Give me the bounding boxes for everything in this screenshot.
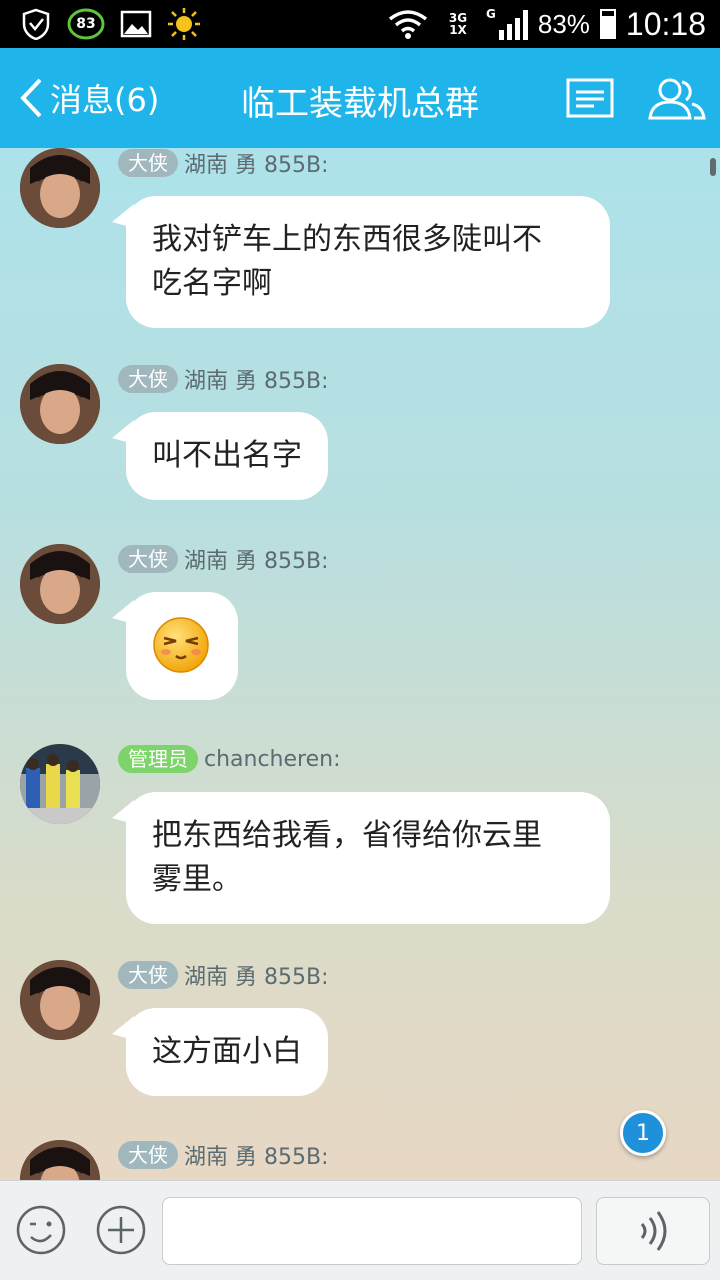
plus-button[interactable]	[94, 1203, 148, 1257]
avatar[interactable]	[20, 1140, 100, 1180]
message-text-line: 我对铲车上的东西很多陡叫不	[152, 222, 542, 257]
message-text-line: 吃名字啊	[152, 266, 272, 301]
message-bubble[interactable]: 我对铲车上的东西很多陡叫不 吃名字啊	[126, 196, 610, 328]
battery-percent: 83%	[537, 8, 590, 39]
title-badge: 大侠	[118, 1141, 178, 1169]
image-icon	[118, 6, 154, 42]
admin-badge: 管理员	[118, 745, 198, 773]
sender-name: 湖南 勇 855B:	[184, 153, 329, 178]
signal-icon: G	[486, 8, 528, 40]
group-info-button[interactable]	[564, 74, 616, 122]
status-bar: 83 3G 1X G 83% 10:18	[0, 0, 720, 48]
avatar[interactable]	[20, 960, 100, 1040]
sender-name: 湖南 勇 855B:	[184, 369, 329, 394]
sun-icon	[166, 6, 202, 42]
battery-icon	[599, 9, 616, 39]
voice-button[interactable]	[596, 1197, 710, 1265]
network-type: 3G 1X	[448, 11, 468, 37]
scrollbar[interactable]	[710, 158, 716, 176]
sender-name: 湖南 勇 855B:	[184, 1145, 329, 1170]
chat-header: 消息(6) 临工装载机总群	[0, 48, 720, 148]
message-bubble[interactable]: 把东西给我看，省得给你云里 雾里。	[126, 792, 610, 924]
input-bar	[0, 1180, 720, 1280]
sender-name: chancheren:	[204, 746, 341, 772]
sender-name: 湖南 勇 855B:	[184, 549, 329, 574]
title-badge: 大侠	[118, 545, 178, 573]
message-text-line: 把东西给我看，省得给你云里	[152, 818, 542, 853]
clock: 10:18	[625, 5, 706, 42]
group-title: 临工装载机总群	[241, 84, 479, 124]
title-badge: 大侠	[118, 149, 178, 177]
back-label: 消息(6)	[50, 81, 160, 119]
wifi-icon	[386, 6, 430, 42]
back-button[interactable]: 消息(6)	[18, 72, 159, 124]
list-icon	[566, 78, 614, 118]
emoji-button[interactable]	[14, 1203, 68, 1257]
avatar[interactable]	[20, 148, 100, 228]
group-members-button[interactable]	[646, 74, 708, 122]
message-text-line: 雾里。	[152, 862, 242, 897]
message-input[interactable]	[162, 1197, 582, 1265]
badge-number: 83	[76, 16, 96, 32]
shield-icon	[18, 6, 54, 42]
title-badge: 大侠	[118, 365, 178, 393]
message-text-line: 叫不出名字	[152, 438, 302, 473]
new-message-badge[interactable]: 1	[620, 1110, 666, 1156]
avatar[interactable]	[20, 744, 100, 824]
message-bubble[interactable]	[126, 592, 238, 700]
title-badge: 大侠	[118, 961, 178, 989]
message-bubble[interactable]: 叫不出名字	[126, 412, 328, 500]
plus-icon	[96, 1205, 146, 1255]
sender-name: 湖南 勇 855B:	[184, 965, 329, 990]
avatar[interactable]	[20, 544, 100, 624]
badge-circle-icon: 83	[66, 6, 106, 42]
message-text-line: 这方面小白	[152, 1034, 302, 1069]
smirk-face-emoji	[153, 617, 209, 673]
message-list[interactable]: 大侠 湖南 勇 855B: 我对铲车上的东西很多陡叫不 吃名字啊 大侠 湖南 勇…	[0, 148, 720, 1180]
avatar[interactable]	[20, 364, 100, 444]
chevron-left-icon	[20, 78, 42, 118]
message-bubble[interactable]: 这方面小白	[126, 1008, 328, 1096]
voice-icon	[640, 1211, 667, 1251]
emoji-icon	[16, 1205, 66, 1255]
group-icon	[648, 78, 706, 120]
